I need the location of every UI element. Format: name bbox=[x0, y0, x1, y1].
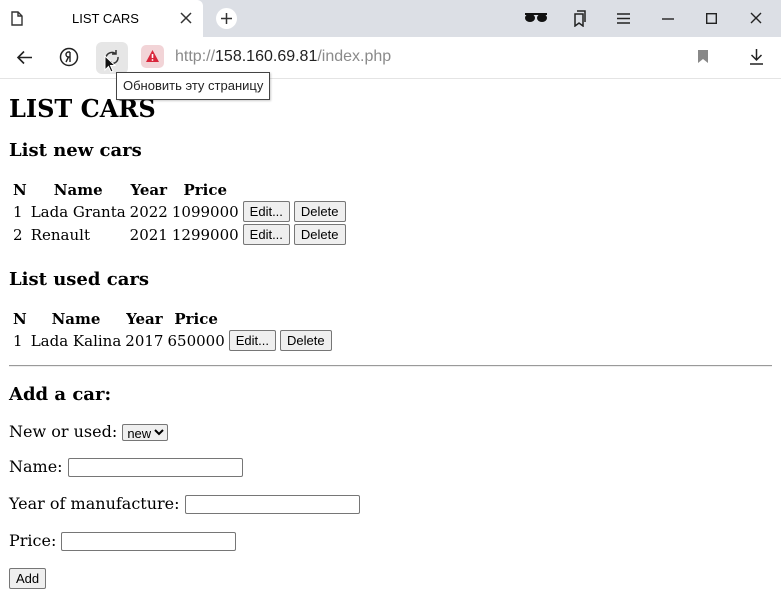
column-header-n: N bbox=[13, 310, 27, 328]
maximize-icon[interactable] bbox=[706, 13, 717, 24]
new-cars-heading: List new cars bbox=[9, 140, 142, 161]
security-warning-button[interactable] bbox=[141, 45, 164, 68]
table-row: 2 Renault 2021 1299000 Edit... Delete bbox=[11, 223, 348, 246]
new-or-used-label: New or used: bbox=[9, 422, 118, 441]
car-number: 1 bbox=[13, 202, 23, 221]
year-row: Year of manufacture: bbox=[9, 494, 360, 514]
menu-icon[interactable] bbox=[617, 13, 630, 24]
name-row: Name: bbox=[9, 457, 243, 477]
column-header-name: Name bbox=[51, 310, 101, 328]
used-cars-heading: List used cars bbox=[9, 269, 149, 290]
new-tab-button[interactable] bbox=[216, 8, 237, 29]
download-icon[interactable] bbox=[749, 48, 764, 65]
price-row: Price: bbox=[9, 531, 237, 551]
url-scheme: http:// bbox=[175, 48, 216, 65]
url-host: 158.160.69.81 bbox=[215, 48, 318, 65]
browser-chrome: LIST CARS http://158.160.69.81/index.php bbox=[0, 0, 781, 79]
add-car-heading: Add a car: bbox=[9, 384, 112, 405]
car-price: 650000 bbox=[167, 331, 225, 350]
price-input[interactable] bbox=[61, 532, 237, 551]
delete-button[interactable]: Delete bbox=[293, 201, 346, 222]
car-price: 1099000 bbox=[171, 202, 239, 221]
url-field[interactable]: http://158.160.69.81/index.php bbox=[175, 48, 391, 66]
close-window-icon[interactable] bbox=[750, 12, 762, 24]
price-label: Price: bbox=[9, 531, 57, 550]
tab-bar: LIST CARS bbox=[0, 0, 781, 37]
edit-button[interactable]: Edit... bbox=[242, 201, 290, 222]
tab-list-cars[interactable]: LIST CARS bbox=[0, 0, 203, 37]
year-label: Year of manufacture: bbox=[9, 494, 180, 513]
name-input[interactable] bbox=[67, 458, 243, 477]
collections-icon[interactable] bbox=[571, 10, 587, 27]
close-tab-icon[interactable] bbox=[178, 10, 194, 26]
car-name: Lada Granta bbox=[30, 202, 126, 221]
delete-button[interactable]: Delete bbox=[280, 330, 332, 351]
bookmark-icon[interactable] bbox=[697, 49, 709, 64]
car-year: 2017 bbox=[125, 331, 164, 350]
delete-button[interactable]: Delete bbox=[293, 224, 346, 245]
table-header-row: N Name Year Price bbox=[11, 309, 334, 329]
minimize-icon[interactable] bbox=[662, 18, 674, 20]
warning-triangle-icon bbox=[146, 50, 159, 62]
column-header-n: N bbox=[13, 181, 27, 199]
used-cars-table: N Name Year Price 1 Lada Kalina 2017 650… bbox=[11, 309, 334, 352]
edit-button[interactable]: Edit... bbox=[228, 330, 276, 351]
yandex-logo-icon[interactable] bbox=[59, 47, 79, 67]
column-header-price: Price bbox=[183, 181, 228, 199]
page-icon bbox=[11, 11, 23, 26]
car-price: 1299000 bbox=[171, 225, 239, 244]
divider bbox=[9, 365, 772, 367]
column-header-name: Name bbox=[53, 181, 103, 199]
url-path: /index.php bbox=[317, 48, 392, 65]
tab-title: LIST CARS bbox=[72, 11, 139, 26]
new-or-used-select[interactable]: new bbox=[122, 424, 169, 441]
table-row: 1 Lada Granta 2022 1099000 Edit... Delet… bbox=[11, 200, 348, 223]
add-button[interactable]: Add bbox=[9, 568, 47, 589]
table-row: 1 Lada Kalina 2017 650000 Edit... Delete bbox=[11, 329, 334, 352]
car-name: Renault bbox=[30, 225, 90, 244]
new-cars-table: N Name Year Price 1 Lada Granta 2022 109… bbox=[11, 180, 348, 246]
car-year: 2021 bbox=[129, 225, 168, 244]
column-header-year: Year bbox=[126, 310, 163, 328]
add-row: Add bbox=[9, 568, 47, 589]
name-label: Name: bbox=[9, 457, 63, 476]
car-number: 1 bbox=[13, 331, 23, 350]
plus-icon bbox=[221, 13, 232, 24]
year-input[interactable] bbox=[184, 495, 360, 514]
car-name: Lada Kalina bbox=[30, 331, 122, 350]
new-or-used-row: New or used: new bbox=[9, 422, 169, 441]
car-year: 2022 bbox=[129, 202, 168, 221]
incognito-glasses-icon[interactable] bbox=[524, 12, 548, 24]
column-header-year: Year bbox=[130, 181, 168, 199]
mouse-cursor-icon bbox=[104, 55, 116, 73]
column-header-price: Price bbox=[174, 310, 218, 328]
car-number: 2 bbox=[13, 225, 23, 244]
edit-button[interactable]: Edit... bbox=[242, 224, 290, 245]
back-arrow-icon[interactable] bbox=[16, 50, 33, 65]
reload-tooltip: Обновить эту страницу bbox=[116, 72, 271, 100]
table-header-row: N Name Year Price bbox=[11, 180, 348, 200]
